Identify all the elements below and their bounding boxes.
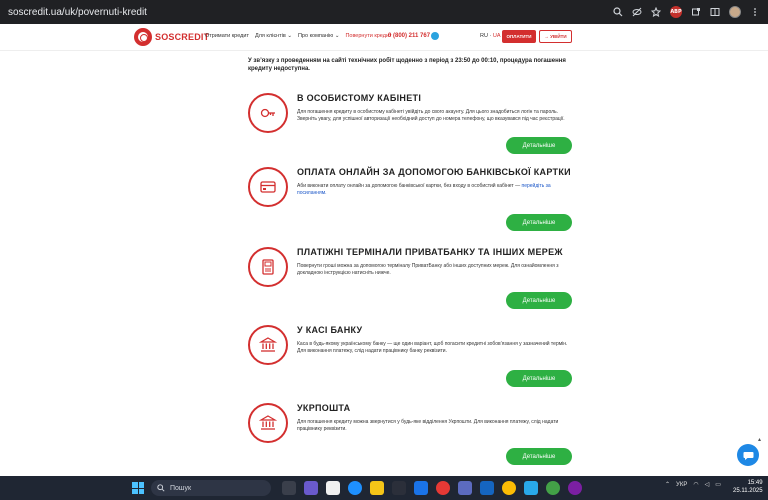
edge-icon[interactable] [348,481,362,495]
clock-time: 15:49 [747,480,763,486]
nav-get-credit[interactable]: Отримати кредит [205,33,249,39]
post-office-icon [259,415,277,430]
section-icon-circle [248,93,288,133]
tray-chevron-icon[interactable]: ⌃ [665,481,670,488]
teams-icon[interactable] [458,481,472,495]
photos-icon[interactable] [326,481,340,495]
eye-off-icon[interactable] [632,7,642,17]
copilot-icon[interactable] [304,481,318,495]
clock-date: 25.11.2025 [733,488,763,495]
site-header: SOSCREDIT Отримати кредит Для клієнтів ⌄… [0,24,768,51]
windows-start-icon[interactable] [132,482,144,494]
section-description-text: Аби виконати оплату онлайн за допомогою … [297,183,522,189]
viber-icon[interactable] [568,481,582,495]
bank-icon [259,337,277,352]
file-explorer-icon[interactable] [370,481,384,495]
logo[interactable]: SOSCREDIT [134,28,209,46]
section-bank-cashdesk: У КАСІ БАНКУ Каса в будь-якому українськ… [248,325,578,390]
section-title: ОПЛАТА ОНЛАЙН ЗА ДОПОМОГОЮ БАНКІВСЬКОЇ К… [297,167,571,177]
battery-icon[interactable]: ▭ [715,481,721,488]
nav-about[interactable]: Про компанію ⌄ [298,33,339,39]
lifebuoy-logo-icon [134,28,152,46]
section-description: Для погашення кредиту можна звернутися у… [297,419,559,432]
telegram-taskbar-icon[interactable] [524,481,538,495]
taskbar-apps [282,481,582,495]
dropbox-icon[interactable] [480,481,494,495]
system-tray: ⌃ УКР ◠ ◁ ▭ [665,481,721,489]
section-icon-circle [248,167,288,207]
adblock-icon[interactable]: ABP [670,6,682,18]
section-description: Аби виконати оплату онлайн за допомогою … [297,183,575,197]
details-button[interactable]: Детальніше [506,370,572,387]
search-icon [157,484,165,492]
section-description: Каса в будь-якому українському банку — щ… [297,341,568,354]
section-title: ПЛАТІЖНІ ТЕРМІНАЛИ ПРИВАТБАНКУ ТА ІНШИХ … [297,247,563,257]
profile-avatar[interactable] [729,6,741,18]
lang-ua[interactable]: UA [493,33,501,39]
section-title: В ОСОБИСТОМУ КАБІНЕТІ [297,93,422,103]
details-button[interactable]: Детальніше [506,214,572,231]
split-view-icon[interactable] [710,7,720,17]
pay-button[interactable]: ОПЛАТИТИ [502,30,536,43]
taskbar-search[interactable]: Пошук [151,480,271,496]
section-payment-terminals: ПЛАТІЖНІ ТЕРМІНАЛИ ПРИВАТБАНКУ ТА ІНШИХ … [248,247,578,312]
zoom-icon[interactable] [613,7,623,17]
nav-repay-credit[interactable]: Повернути кредит [345,33,391,39]
phone-number[interactable]: 0 (800) 211 767 [388,33,430,39]
language-switcher: RU · UA [480,33,501,39]
terminal-icon [262,259,274,275]
volume-icon[interactable]: ◁ [705,481,710,488]
section-icon-circle [248,403,288,443]
section-online-card-payment: ОПЛАТА ОНЛАЙН ЗА ДОПОМОГОЮ БАНКІВСЬКОЇ К… [248,167,578,237]
main-nav: Отримати кредит Для клієнтів ⌄ Про компа… [205,33,392,39]
bookmark-star-icon[interactable] [651,7,661,17]
telegram-icon[interactable] [431,32,439,40]
browser-actions: ABP [613,6,760,18]
store-icon[interactable] [392,481,406,495]
lang-ru[interactable]: RU [480,33,488,39]
app-green-icon[interactable] [546,481,560,495]
section-icon-circle [248,247,288,287]
taskbar-clock[interactable]: 15:49 25.11.2025 [733,479,763,496]
section-description: Для погашення кредиту в особистому кабін… [297,109,565,122]
extensions-icon[interactable] [691,7,701,17]
browser-toolbar: soscredit.ua/uk/povernuti-kredit ABP [0,0,768,24]
section-title: У КАСІ БАНКУ [297,325,363,335]
more-menu-icon[interactable] [750,7,760,17]
details-button[interactable]: Детальніше [506,448,572,465]
opera-icon[interactable] [436,481,450,495]
app-l-icon[interactable] [414,481,428,495]
chrome-icon[interactable] [502,481,516,495]
lang-separator: · [489,33,492,39]
logo-sos: SOS [155,32,175,42]
section-ukrposhta: УКРПОШТА Для погашення кредиту можна зве… [248,403,578,468]
section-icon-circle [248,325,288,365]
section-description: Повернути гроші можна за допомогою термі… [297,263,559,276]
details-button[interactable]: Детальніше [506,292,572,309]
key-icon [260,108,275,118]
nav-for-clients[interactable]: Для клієнтів ⌄ [255,33,292,39]
task-view-icon[interactable] [282,481,296,495]
card-icon [260,181,276,193]
wifi-icon[interactable]: ◠ [693,481,698,488]
login-button[interactable]: → УВІЙТИ [539,30,572,43]
maintenance-notice: У зв’язку з проведенням на сайті технічн… [248,58,566,73]
search-placeholder: Пошук [170,484,192,492]
section-personal-cabinet: В ОСОБИСТОМУ КАБІНЕТІ Для погашення кред… [248,93,578,157]
scroll-up-icon[interactable]: ▴ [758,436,766,444]
windows-taskbar: Пошук ⌃ УКР ◠ ◁ ▭ 15:49 25.11.2025 [0,476,768,500]
keyboard-language[interactable]: УКР [676,482,687,488]
chat-widget-button[interactable] [737,444,759,466]
address-bar[interactable]: soscredit.ua/uk/povernuti-kredit [8,7,147,18]
section-title: УКРПОШТА [297,403,351,413]
details-button[interactable]: Детальніше [506,137,572,154]
chat-icon [743,451,753,460]
